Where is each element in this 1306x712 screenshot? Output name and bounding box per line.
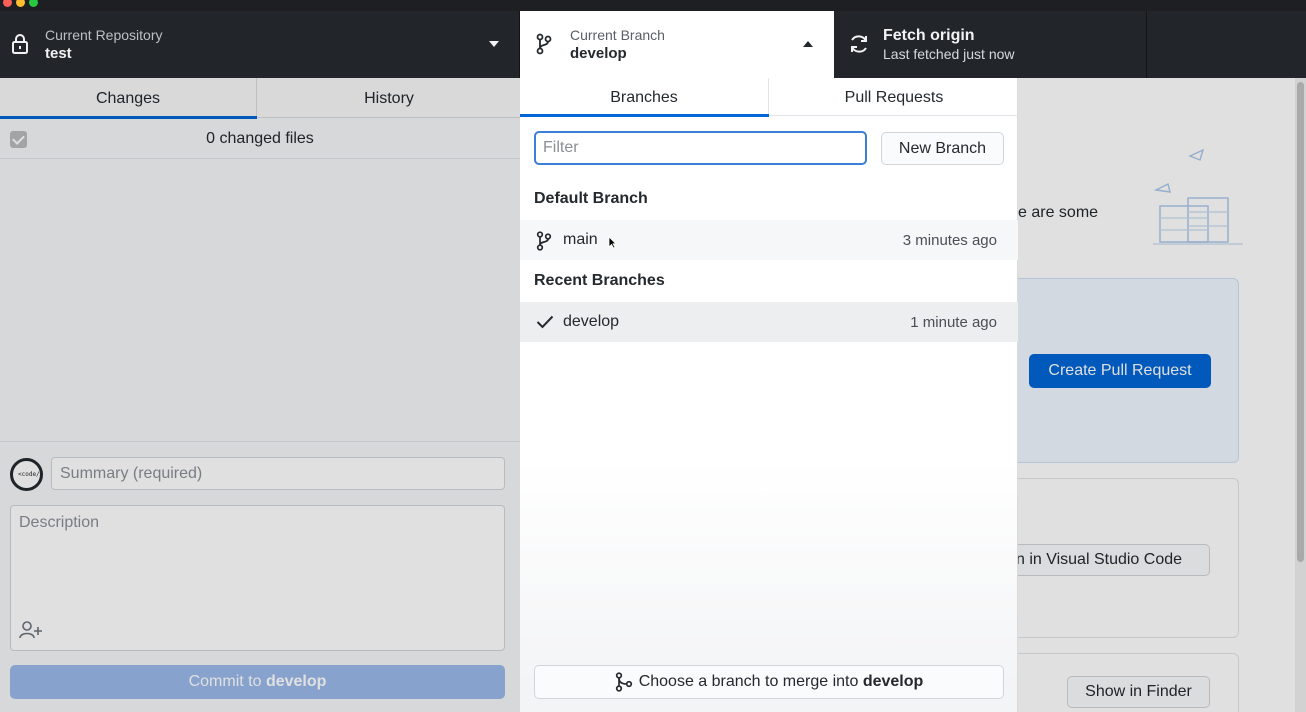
minimize-window-icon[interactable] [16, 0, 25, 7]
modal-backdrop-left[interactable] [0, 78, 520, 712]
window-titlebar [0, 0, 1306, 11]
branch-name: develop [570, 45, 627, 62]
branch-filter-input[interactable]: Filter [534, 131, 867, 165]
mouse-pointer-icon [608, 236, 617, 249]
branch-item-main[interactable]: main 3 minutes ago [520, 220, 1018, 260]
branch-name: main [563, 231, 598, 248]
active-tab-indicator [520, 114, 769, 117]
branch-time: 1 minute ago [910, 314, 997, 331]
git-merge-icon [615, 672, 632, 692]
git-branch-icon [536, 231, 552, 251]
checkmark-icon [536, 315, 554, 329]
app-window: Current Repository test Current Branch d… [0, 0, 1306, 712]
close-window-icon[interactable] [3, 0, 12, 7]
default-branch-header: Default Branch [534, 190, 648, 207]
branch-time: 3 minutes ago [902, 232, 997, 249]
zoom-window-icon[interactable] [29, 0, 38, 7]
tab-branches-label: Branches [610, 89, 678, 106]
toolbar-dim-right [834, 11, 1306, 78]
tab-pull-requests[interactable]: Pull Requests [770, 78, 1018, 116]
merge-into-branch-button[interactable]: Choose a branch to merge into develop [534, 665, 1004, 699]
branches-popover: Branches Pull Requests Filter New Branch… [520, 78, 1018, 712]
toolbar-dim-left [0, 11, 520, 78]
current-branch-button[interactable]: Current Branch develop [520, 11, 834, 78]
recent-branches-header: Recent Branches [534, 272, 665, 289]
new-branch-button[interactable]: New Branch [881, 132, 1004, 165]
merge-branch: develop [862, 673, 924, 690]
branch-label: Current Branch [570, 27, 665, 43]
merge-prefix: Choose a branch to merge into [638, 673, 863, 690]
branch-item-develop[interactable]: develop 1 minute ago [520, 302, 1018, 342]
chevron-up-icon [803, 41, 813, 47]
tab-pull-requests-label: Pull Requests [844, 89, 944, 106]
modal-backdrop-right[interactable] [1018, 78, 1306, 712]
git-branch-icon [536, 33, 552, 55]
tab-branches[interactable]: Branches [520, 78, 769, 117]
branch-name: develop [563, 313, 620, 330]
popover-tabs: Branches Pull Requests [520, 78, 1018, 117]
